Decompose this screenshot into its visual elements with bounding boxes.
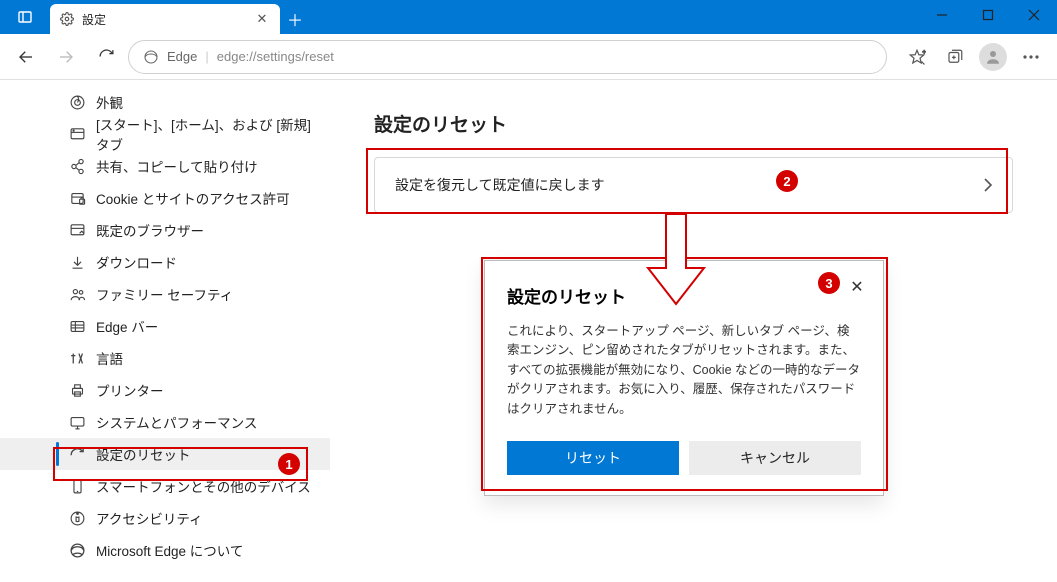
maximize-button[interactable] [965,0,1011,30]
sidebar-item[interactable]: プリンター [0,374,330,406]
sidebar-item-label: プリンター [96,380,164,400]
profile-button[interactable] [975,39,1011,75]
sidebar-item[interactable]: [スタート]、[ホーム]、および [新規] タブ [0,118,330,150]
annotation-badge-1: 1 [278,453,300,475]
sidebar-icon [68,285,86,303]
sidebar-item-label: ダウンロード [96,252,177,272]
browser-tab[interactable]: 設定 ✕ [50,4,280,34]
tab-actions-icon[interactable] [0,0,50,34]
favorites-button[interactable]: + [899,39,935,75]
more-button[interactable] [1013,39,1049,75]
sidebar-item-label: アクセシビリティ [96,508,203,528]
titlebar: 設定 ✕ ＋ [0,0,1057,34]
sidebar-item[interactable]: ファミリー セーフティ [0,278,330,310]
refresh-button[interactable] [88,39,124,75]
sidebar-icon [68,93,86,111]
sidebar-icon [68,125,86,143]
tab-title: 設定 [82,11,246,28]
dialog-body: これにより、スタートアップ ページ、新しいタブ ページ、検索エンジン、ピン留めさ… [507,322,861,419]
sidebar-item-label: システムとパフォーマンス [96,412,257,432]
sidebar-item-label: 言語 [96,348,123,368]
sidebar-item-label: Edge バー [96,316,158,336]
address-bar[interactable]: Edge | edge://settings/reset [128,40,887,74]
page-title: 設定のリセット [374,110,1013,137]
sidebar-icon [68,189,86,207]
svg-text:+: + [922,49,926,56]
sidebar-item[interactable]: Cookie とサイトのアクセス許可 [0,182,330,214]
sidebar-icon [68,477,86,495]
sidebar-item[interactable]: システムとパフォーマンス [0,406,330,438]
new-tab-button[interactable]: ＋ [280,4,310,34]
sidebar-item[interactable]: ダウンロード [0,246,330,278]
sidebar-icon [68,445,86,463]
chevron-right-icon [984,178,992,192]
annotation-badge-2: 2 [776,170,798,192]
sidebar-item[interactable]: 既定のブラウザー [0,214,330,246]
sidebar-item[interactable]: スマートフォンとその他のデバイス [0,470,330,502]
sidebar-item[interactable]: Edge バー [0,310,330,342]
settings-sidebar: 外観[スタート]、[ホーム]、および [新規] タブ共有、コピーして貼り付けCo… [0,80,330,582]
annotation-arrow [640,214,712,310]
sidebar-icon [68,253,86,271]
sidebar-item[interactable]: アクセシビリティ [0,502,330,534]
address-brand: Edge [167,49,197,64]
edge-logo-icon [143,49,159,65]
sidebar-item-label: 共有、コピーして貼り付け [96,156,258,176]
back-button[interactable] [8,39,44,75]
sidebar-icon [68,509,86,527]
sidebar-item-label: [スタート]、[ホーム]、および [新規] タブ [96,114,314,154]
restore-defaults-label: 設定を復元して既定値に戻します [395,175,605,195]
collections-button[interactable] [937,39,973,75]
sidebar-item-label: Cookie とサイトのアクセス許可 [96,188,290,208]
sidebar-item-label: 外観 [96,92,123,112]
restore-defaults-row[interactable]: 設定を復元して既定値に戻します [374,157,1013,213]
minimize-button[interactable] [919,0,965,30]
close-dialog-button[interactable]: ✕ [845,275,869,299]
sidebar-item-label: Microsoft Edge について [96,540,243,560]
sidebar-icon [68,413,86,431]
sidebar-icon [68,157,86,175]
address-path: edge://settings/reset [217,49,334,64]
sidebar-item[interactable]: 言語 [0,342,330,374]
close-tab-icon[interactable]: ✕ [254,11,270,27]
sidebar-item-label: 設定のリセット [96,444,191,464]
sidebar-item-label: 既定のブラウザー [96,220,204,240]
forward-button[interactable] [48,39,84,75]
sidebar-item-label: スマートフォンとその他のデバイス [96,476,311,496]
gear-icon [60,12,74,26]
close-window-button[interactable] [1011,0,1057,30]
toolbar: Edge | edge://settings/reset + [0,34,1057,80]
sidebar-item[interactable]: Microsoft Edge について [0,534,330,566]
sidebar-item-label: ファミリー セーフティ [96,284,233,304]
sidebar-icon [68,317,86,335]
sidebar-item[interactable]: 共有、コピーして貼り付け [0,150,330,182]
annotation-badge-3: 3 [818,272,840,294]
cancel-button[interactable]: キャンセル [689,441,861,475]
reset-button[interactable]: リセット [507,441,679,475]
sidebar-icon [68,541,86,559]
sidebar-icon [68,221,86,239]
sidebar-icon [68,381,86,399]
sidebar-icon [68,349,86,367]
